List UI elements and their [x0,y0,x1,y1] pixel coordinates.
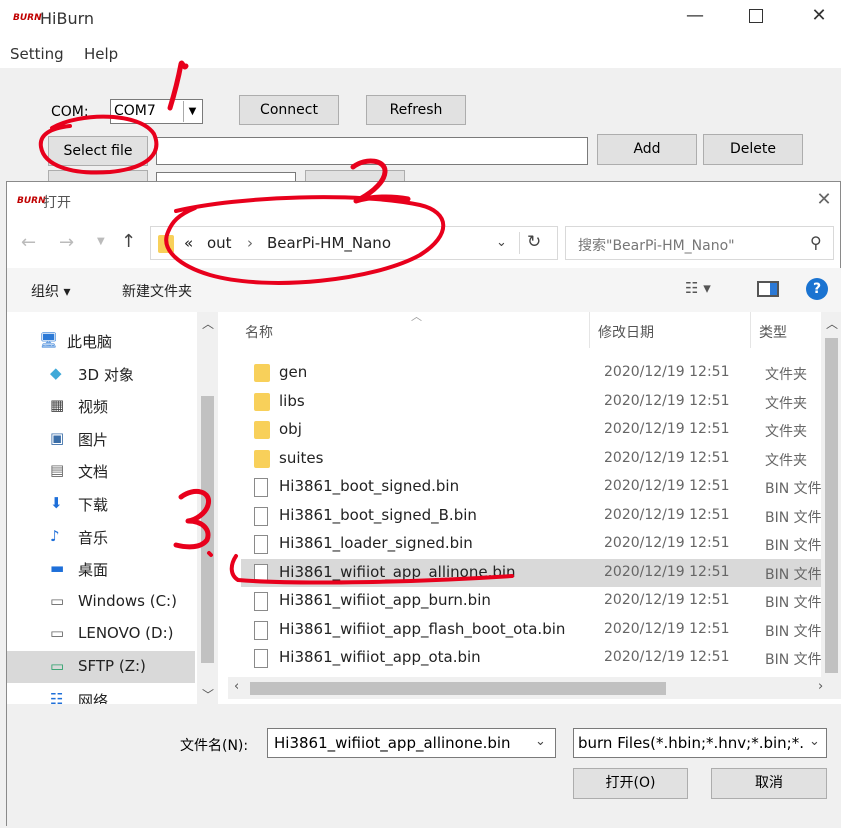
annotation-step2-digit [350,158,411,204]
annotation-step3-dot [207,551,213,557]
annotation-step1-digit [167,60,189,111]
annotation-circle-address [164,195,446,285]
annotation-layer [38,60,514,585]
annotation-step3-digit [173,488,212,550]
annotation-circle-select-file [38,114,159,175]
annotation-underline-file [229,554,514,585]
